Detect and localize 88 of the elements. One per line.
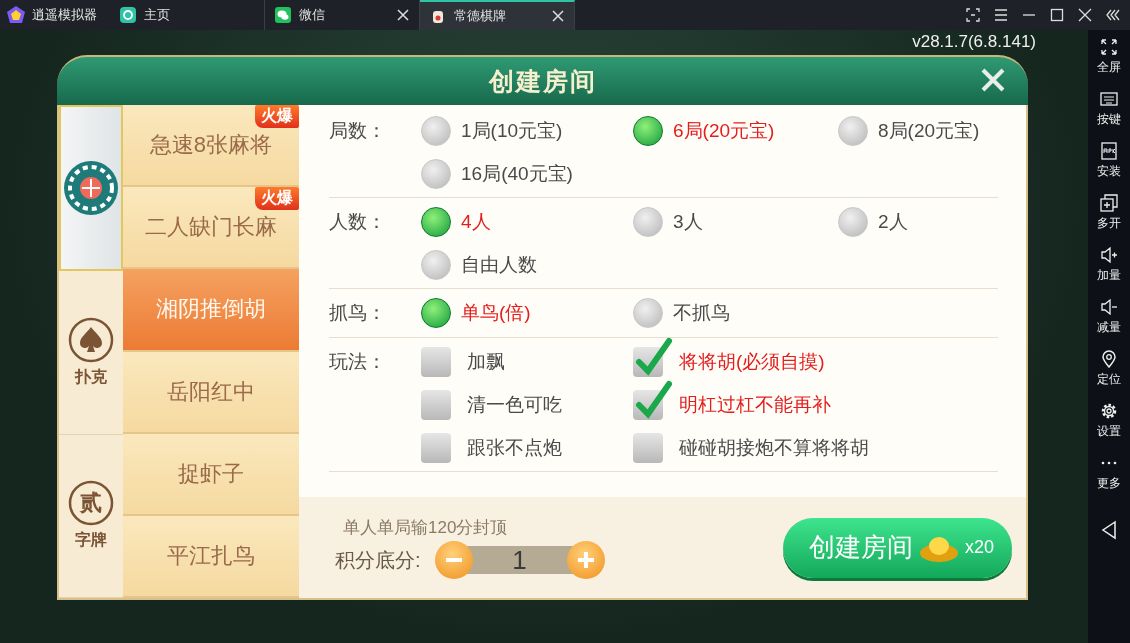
menu-icon[interactable] — [994, 8, 1008, 22]
checkbox[interactable] — [633, 335, 673, 378]
ring-icon — [67, 480, 114, 527]
option-label: 1局(10元宝) — [461, 118, 563, 143]
radio-button[interactable] — [421, 297, 451, 328]
chat-icon — [275, 7, 291, 23]
plus-icon — [576, 551, 595, 569]
radio-button[interactable] — [838, 206, 868, 237]
fullscreen-icon — [1100, 38, 1118, 56]
minus-button[interactable] — [434, 541, 473, 579]
app-logo-icon — [6, 5, 26, 25]
spade-icon — [67, 317, 114, 363]
option-label: 清一色可吃 — [467, 392, 562, 417]
hot-badge: 火爆 — [255, 187, 299, 211]
game-name: 急速8张麻将 — [149, 131, 272, 160]
settings-icon — [1100, 402, 1118, 420]
minus-icon — [444, 558, 463, 562]
volume-down-icon — [1100, 298, 1118, 316]
sidebar-item[interactable]: 更多 — [1097, 454, 1121, 506]
apk-icon — [1100, 142, 1118, 160]
app-icon — [430, 8, 446, 24]
hot-badge: 火爆 — [255, 105, 299, 128]
option-label: 单鸟(倍) — [461, 300, 531, 325]
category-tab[interactable] — [59, 105, 123, 272]
option-label: 将将胡(必须自摸) — [679, 349, 825, 374]
game-list-item[interactable]: 火爆 二人缺门长麻 — [122, 187, 299, 270]
option-label: 2人 — [878, 209, 908, 234]
glyph-label: 贰 — [79, 489, 102, 518]
mahjong-tile-icon — [61, 159, 120, 218]
sidebar-item[interactable]: 全屏 — [1097, 38, 1121, 90]
radio-button[interactable] — [421, 206, 451, 237]
option-label: 明杠过杠不能再补 — [679, 392, 831, 417]
sidebar-item[interactable]: 减量 — [1097, 298, 1121, 350]
checkbox[interactable] — [633, 378, 673, 421]
option-label: 自由人数 — [461, 252, 537, 277]
game-list-item[interactable]: 平江扎鸟 — [122, 515, 299, 599]
sidebar-item[interactable]: 加量 — [1097, 246, 1121, 298]
radio-button[interactable] — [421, 249, 451, 280]
category-label: 字牌 — [74, 530, 107, 551]
screenshot-icon[interactable] — [966, 8, 980, 22]
score-label: 积分底分: — [335, 547, 421, 573]
close-icon[interactable] — [1078, 8, 1092, 22]
radio-button[interactable] — [838, 115, 868, 146]
home-icon — [120, 7, 136, 23]
app-name: 逍遥模拟器 — [32, 6, 97, 24]
sidebar-item[interactable]: 多开 — [1097, 194, 1121, 246]
volume-up-icon — [1100, 246, 1118, 264]
radio-button[interactable] — [421, 158, 451, 189]
radio-button[interactable] — [421, 115, 451, 146]
sidebar-item[interactable]: 设置 — [1097, 402, 1121, 454]
sidebar-item[interactable]: 定位 — [1097, 350, 1121, 402]
option-label: 不抓鸟 — [673, 300, 730, 325]
close-icon[interactable] — [552, 10, 564, 22]
sidebar-item[interactable]: 安装 — [1097, 142, 1121, 194]
sidebar-item[interactable]: 按键 — [1097, 90, 1121, 142]
browser-tab[interactable]: 常德棋牌 — [420, 0, 575, 30]
rule-label: 人数： — [329, 210, 387, 234]
option-label: 16局(40元宝) — [461, 161, 573, 186]
close-icon[interactable] — [397, 9, 409, 21]
back-icon[interactable] — [1100, 520, 1118, 540]
more-icon — [1100, 461, 1118, 465]
option-label: 碰碰胡接炮不算将将胡 — [679, 435, 869, 460]
option-label: 8局(20元宝) — [878, 118, 980, 143]
category-label: 扑克 — [74, 367, 107, 387]
option-label: 跟张不点炮 — [467, 435, 562, 460]
location-pin-icon — [1100, 350, 1118, 368]
plus-button[interactable] — [566, 541, 605, 579]
option-label: 3人 — [673, 209, 703, 234]
game-list-item[interactable]: 岳阳红中 — [122, 351, 299, 434]
version-label: v28.1.7(6.8.141) — [912, 32, 1036, 52]
option-label: 加飘 — [467, 349, 505, 374]
rule-label: 局数： — [329, 119, 387, 143]
game-name: 二人缺门长麻 — [144, 213, 277, 242]
multi-window-icon — [1100, 194, 1118, 212]
game-list-item[interactable]: 捉虾子 — [122, 433, 299, 516]
dialog-title: 创建房间 — [488, 65, 597, 97]
radio-button[interactable] — [633, 297, 663, 328]
rule-label: 抓鸟： — [329, 301, 387, 325]
cap-note: 单人单局输120分封顶 — [342, 517, 509, 539]
maximize-icon[interactable] — [1050, 8, 1064, 22]
option-label: 6局(20元宝) — [673, 118, 775, 143]
rule-label: 玩法： — [329, 350, 387, 374]
collapse-icon[interactable] — [1106, 8, 1120, 22]
game-list-item[interactable]: 火爆 急速8张麻将 — [122, 105, 299, 188]
radio-button[interactable] — [633, 115, 663, 146]
radio-button[interactable] — [633, 206, 663, 237]
option-label: 4人 — [461, 209, 491, 234]
keyboard-icon — [1100, 90, 1118, 108]
